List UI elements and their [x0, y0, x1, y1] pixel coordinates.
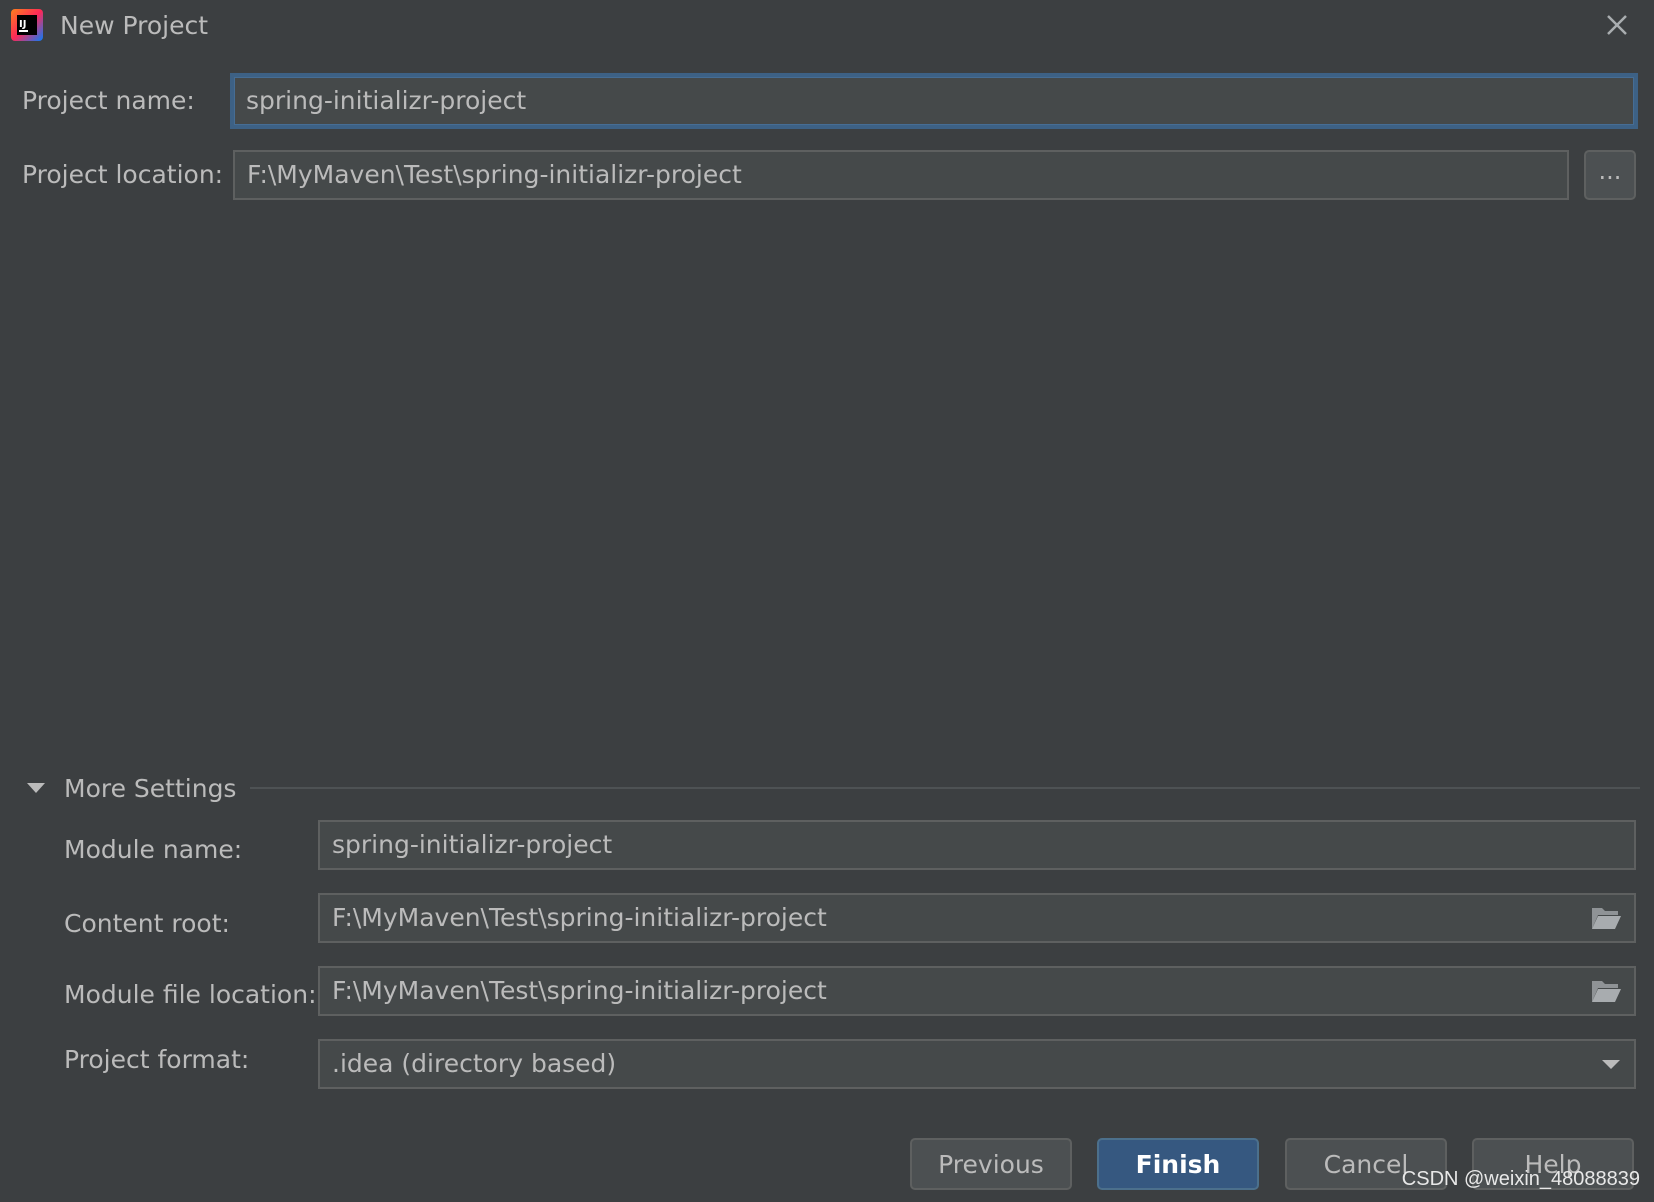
watermark: CSDN @weixin_48088839 — [1401, 1168, 1640, 1190]
folder-open-icon[interactable] — [1590, 978, 1622, 1004]
more-settings-label: More Settings — [64, 773, 237, 803]
previous-button[interactable]: Previous — [910, 1138, 1072, 1190]
module-name-label: Module name: — [64, 835, 243, 864]
content-root-input[interactable]: F:\MyMaven\Test\spring-initializr-projec… — [318, 893, 1636, 943]
project-location-input[interactable]: F:\MyMaven\Test\spring-initializr-projec… — [233, 150, 1569, 200]
folder-open-icon[interactable] — [1590, 905, 1622, 931]
project-format-value: .idea (directory based) — [332, 1049, 617, 1078]
content-root-value: F:\MyMaven\Test\spring-initializr-projec… — [332, 903, 827, 932]
svg-text:IJ: IJ — [19, 19, 26, 30]
chevron-down-icon — [1602, 1060, 1620, 1069]
module-file-location-value: F:\MyMaven\Test\spring-initializr-projec… — [332, 976, 827, 1005]
project-format-select[interactable]: .idea (directory based) — [318, 1039, 1636, 1089]
browse-location-button[interactable]: ... — [1584, 150, 1636, 200]
module-name-value: spring-initializr-project — [332, 830, 613, 859]
project-name-label: Project name: — [22, 86, 195, 115]
project-location-label: Project location: — [22, 160, 224, 189]
module-file-location-input[interactable]: F:\MyMaven\Test\spring-initializr-projec… — [318, 966, 1636, 1016]
intellij-idea-icon: IJ — [11, 9, 43, 41]
project-format-label: Project format: — [64, 1045, 250, 1074]
close-icon[interactable] — [1602, 10, 1632, 40]
window-title: New Project — [60, 11, 209, 40]
triangle-down-icon — [27, 783, 45, 793]
project-name-input[interactable]: spring-initializr-project — [230, 73, 1638, 129]
more-settings-separator — [250, 787, 1640, 789]
content-root-label: Content root: — [64, 909, 230, 938]
finish-button[interactable]: Finish — [1097, 1138, 1259, 1190]
module-name-input[interactable]: spring-initializr-project — [318, 820, 1636, 870]
project-name-value: spring-initializr-project — [246, 86, 527, 115]
module-file-location-label: Module file location: — [64, 980, 317, 1009]
more-settings-toggle[interactable]: More Settings — [26, 770, 236, 806]
project-location-value: F:\MyMaven\Test\spring-initializr-projec… — [247, 160, 742, 189]
new-project-dialog: IJ New Project Project name: spring-init… — [0, 0, 1654, 1202]
title-bar: IJ New Project — [0, 0, 1654, 52]
